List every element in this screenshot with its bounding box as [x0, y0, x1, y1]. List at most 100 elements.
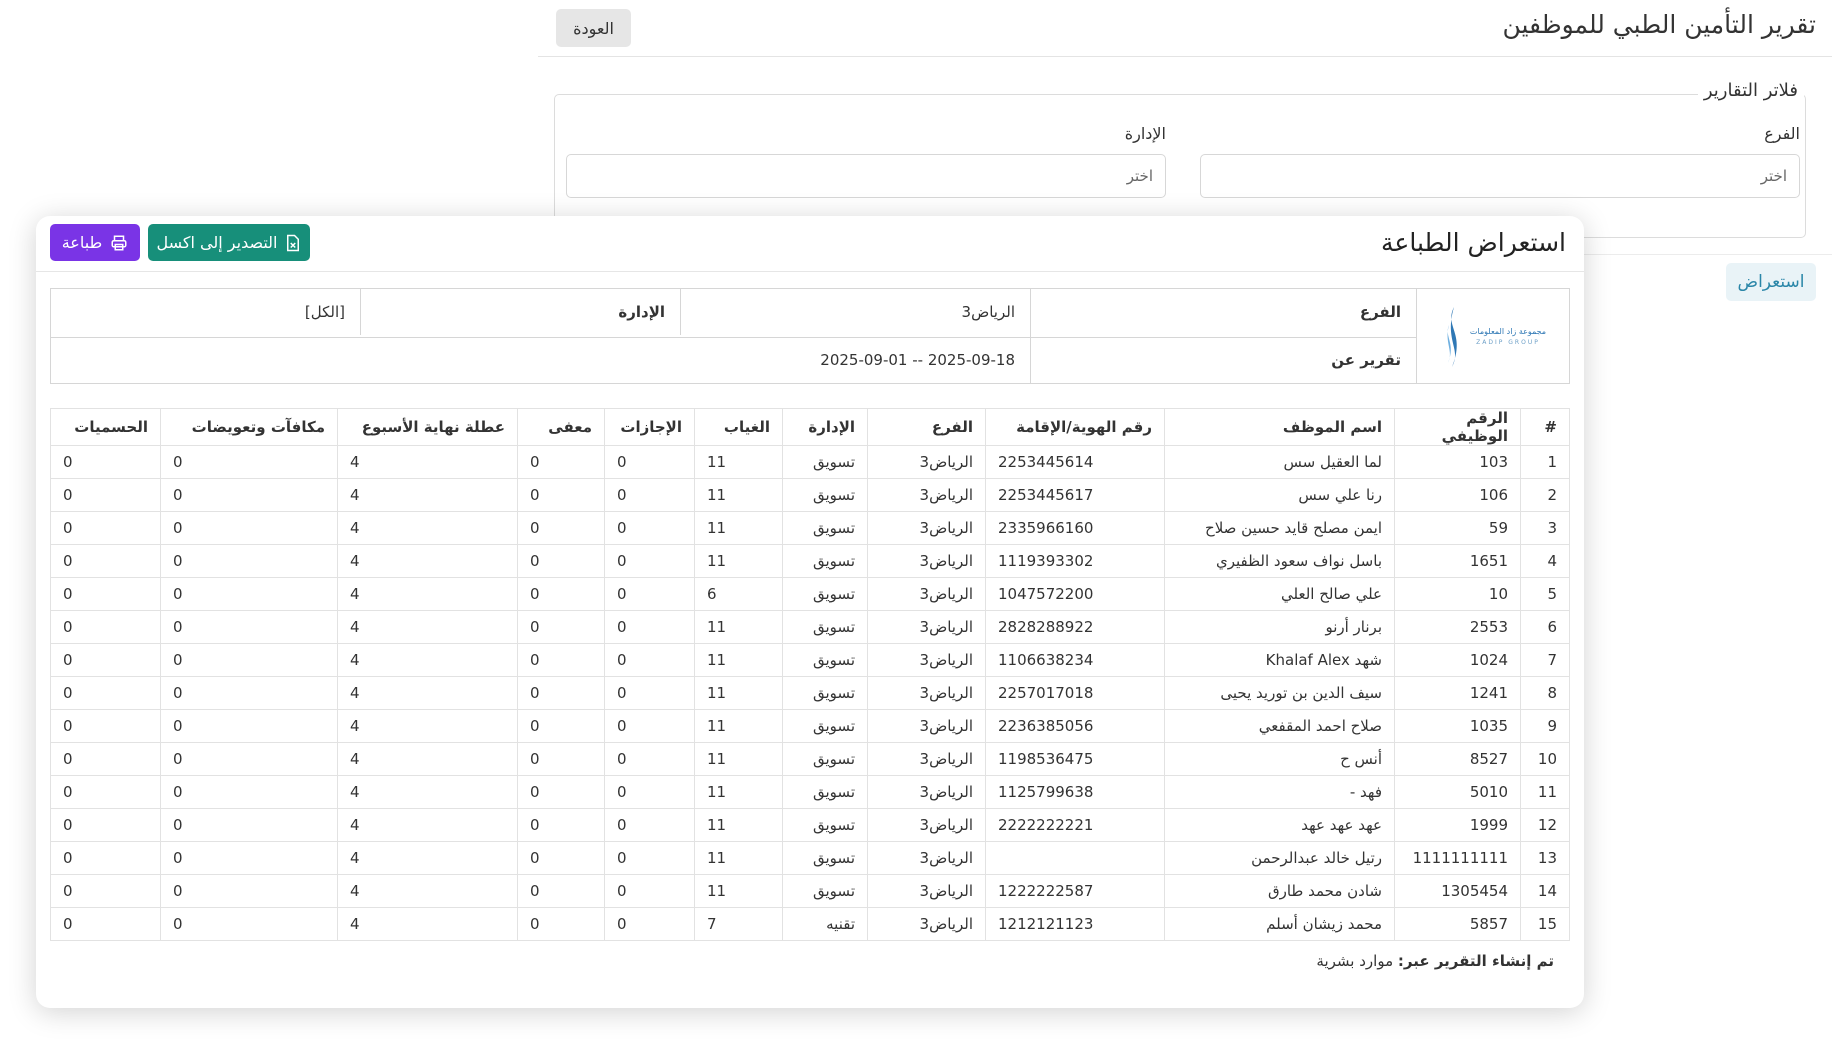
table-cell: 4 [337, 874, 518, 908]
table-cell: 1999 [1394, 808, 1521, 842]
table-header-row: # الرقم الوظيفي اسم الموظف رقم الهوية/ال… [50, 408, 1570, 446]
table-cell: 1212121123 [985, 907, 1165, 941]
table-cell: 4 [337, 775, 518, 809]
view-button[interactable]: استعراض [1726, 263, 1816, 301]
table-cell: 1241 [1394, 676, 1521, 710]
table-cell: 0 [604, 643, 695, 677]
info-branch-value: الرياض3 [961, 303, 1015, 321]
table-cell [985, 841, 1165, 875]
table-cell: 1106638234 [985, 643, 1165, 677]
table-cell: 0 [604, 478, 695, 512]
table-cell: 1305454 [1394, 874, 1521, 908]
table-cell: 0 [517, 742, 605, 776]
table-cell: لما العقيل سس [1164, 445, 1395, 479]
table-cell: 0 [604, 709, 695, 743]
info-dept-value: [الكل] [304, 303, 345, 321]
table-cell: 11 [694, 544, 783, 578]
footer-key: تم إنشاء التقرير عبر: [1397, 952, 1554, 970]
table-cell: تسويق [782, 643, 868, 677]
table-cell: 103 [1394, 445, 1521, 479]
table-cell: الرياض3 [867, 775, 986, 809]
branch-select[interactable]: اختر [1200, 154, 1800, 198]
table-cell: 1651 [1394, 544, 1521, 578]
table-cell: 11 [694, 808, 783, 842]
table-row: 11 5010 فهد -1125799638 الرياض3 تسويق 11 0 0 4 0 0 [50, 775, 1570, 809]
table-row: 13 1111111111 رتيل خالد عبدالرحمن الرياض3 تس… [50, 841, 1570, 875]
table-cell: 6 [1520, 610, 1570, 644]
table-cell: 0 [517, 841, 605, 875]
department-select-value: اختر [1126, 167, 1153, 185]
col-header-deductions: الحسميات [50, 408, 161, 446]
table-row: 8 1241 سيف الدين بن توريد يحيى 2257017018 ال… [50, 676, 1570, 710]
table-cell: 0 [160, 544, 338, 578]
table-cell: 8527 [1394, 742, 1521, 776]
table-cell: 0 [50, 478, 161, 512]
table-cell: 0 [50, 544, 161, 578]
table-cell: برنار أرنو [1164, 610, 1395, 644]
col-header-weekend: عطلة نهاية الأسبوع [337, 408, 518, 446]
table-cell: 0 [160, 709, 338, 743]
info-report-key: تقرير عن [1331, 351, 1401, 369]
table-cell: تسويق [782, 775, 868, 809]
table-row: 7 1024 شهد Khalaf Alex 1106638234 الرياض3 تسو… [50, 643, 1570, 677]
table-cell: 1111111111 [1394, 841, 1521, 875]
table-cell: 13 [1520, 841, 1570, 875]
table-cell: 1125799638 [985, 775, 1165, 809]
table-cell: 2253445614 [985, 445, 1165, 479]
table-cell: 0 [160, 577, 338, 611]
logo-text: مجموعة زاد المعلومات [1469, 327, 1547, 336]
report-footer: تم إنشاء التقرير عبر: موارد بشرية [1316, 952, 1554, 970]
table-cell: 0 [50, 445, 161, 479]
table-cell: تسويق [782, 874, 868, 908]
table-cell: 4 [337, 577, 518, 611]
table-cell: الرياض3 [867, 808, 986, 842]
modal-header-divider [36, 271, 1584, 272]
table-cell: تسويق [782, 511, 868, 545]
table-cell: 0 [50, 610, 161, 644]
table-cell: تسويق [782, 742, 868, 776]
print-button[interactable]: طباعة [50, 224, 140, 261]
table-cell: 5 [1520, 577, 1570, 611]
table-cell: الرياض3 [867, 643, 986, 677]
table-cell: 0 [604, 874, 695, 908]
table-cell: الرياض3 [867, 478, 986, 512]
table-cell: 11 [694, 478, 783, 512]
header-divider [538, 56, 1832, 57]
table-cell: 0 [50, 874, 161, 908]
table-cell: 0 [160, 907, 338, 941]
info-dept-key: الإدارة [618, 303, 665, 321]
table-cell: 0 [604, 610, 695, 644]
back-button[interactable]: العودة [556, 9, 631, 47]
table-cell: 0 [50, 709, 161, 743]
table-cell: 4 [337, 808, 518, 842]
table-cell: تسويق [782, 709, 868, 743]
table-cell: 0 [517, 874, 605, 908]
printer-icon [111, 235, 127, 250]
table-cell: 1119393302 [985, 544, 1165, 578]
table-cell: ايمن مصلح قايد حسين صلاح [1164, 511, 1395, 545]
table-row: 1 103 لما العقيل سس 2253445614 الرياض3 تسويق 1… [50, 445, 1570, 479]
col-header-leaves: الإجازات [604, 408, 695, 446]
export-excel-button[interactable]: التصدير إلى اكسل [148, 224, 310, 261]
logo-flame-icon [1447, 307, 1457, 367]
table-cell: رتيل خالد عبدالرحمن [1164, 841, 1395, 875]
table-cell: 1047572200 [985, 577, 1165, 611]
table-cell: 0 [517, 643, 605, 677]
department-select[interactable]: اختر [566, 154, 1166, 198]
table-row: 4 1651 باسل نواف سعود الظفيري 1119393302 الر… [50, 544, 1570, 578]
table-cell: تسويق [782, 841, 868, 875]
table-cell: 59 [1394, 511, 1521, 545]
table-cell: علي صالح العلي [1164, 577, 1395, 611]
company-logo: مجموعة زاد المعلومات ZADIP GROUP [1417, 289, 1569, 385]
table-cell: 0 [160, 445, 338, 479]
table-cell: 0 [160, 643, 338, 677]
table-cell: 0 [50, 907, 161, 941]
col-header-department: الإدارة [782, 408, 868, 446]
col-header-index: # [1520, 408, 1570, 446]
table-cell: الرياض3 [867, 676, 986, 710]
table-cell: 0 [517, 709, 605, 743]
table-row: 3 59 ايمن مصلح قايد حسين صلاح 2335966160 الر… [50, 511, 1570, 545]
table-cell: الرياض3 [867, 544, 986, 578]
table-cell: تسويق [782, 808, 868, 842]
table-cell: 0 [604, 808, 695, 842]
